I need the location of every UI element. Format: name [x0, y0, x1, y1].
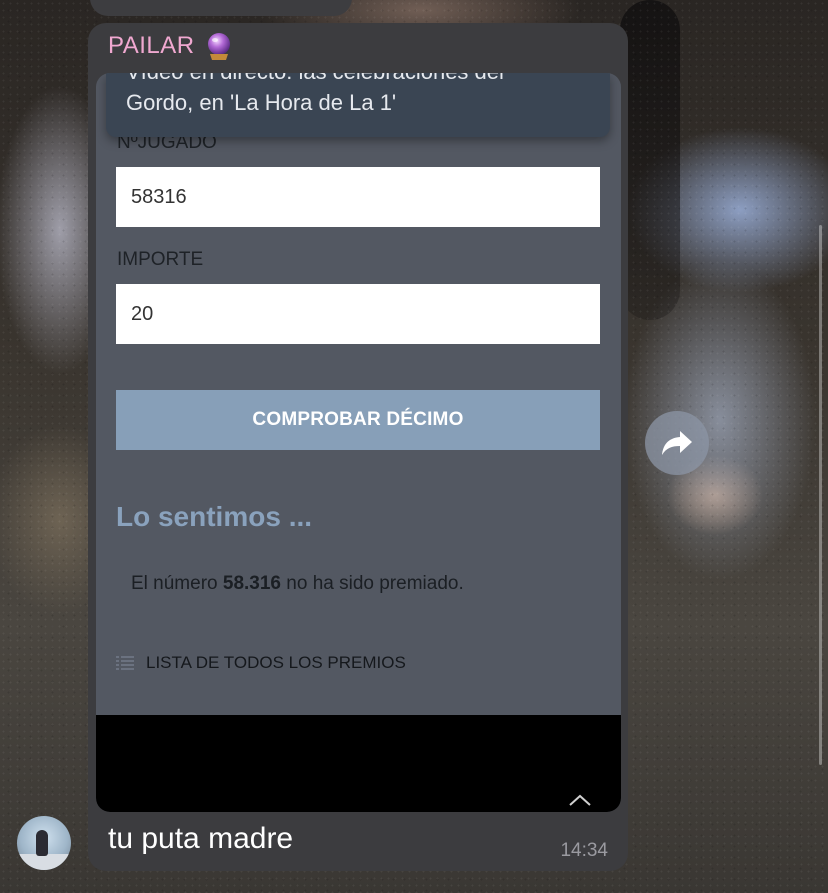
result-number: 58.316	[222, 573, 281, 594]
result-message: El número 58.316 no ha sido premiado.	[131, 573, 464, 595]
number-input[interactable]: 58316	[116, 167, 600, 227]
result-text-before: El número	[131, 573, 223, 594]
forward-button[interactable]	[645, 411, 709, 475]
message-bubble[interactable]: PAILAR Vídeo en directo: las celebracion…	[88, 23, 628, 871]
news-notification-banner[interactable]: Vídeo en directo: las celebraciones del …	[106, 73, 610, 137]
notification-line-2: Gordo, en 'La Hora de La 1'	[126, 90, 397, 115]
forward-arrow-icon	[662, 431, 692, 455]
chevron-up-icon[interactable]	[568, 793, 592, 807]
sender-avatar[interactable]	[17, 816, 71, 870]
amount-label: IMPORTE	[117, 249, 204, 270]
previous-message-bubble[interactable]	[90, 0, 352, 16]
message-timestamp: 14:34	[560, 840, 608, 861]
scroll-indicator[interactable]	[819, 225, 822, 765]
shared-screenshot[interactable]: Vídeo en directo: las celebraciones del …	[96, 73, 621, 812]
avatar-ground	[17, 854, 71, 870]
result-heading: Lo sentimos ...	[116, 501, 313, 532]
sender-name[interactable]: PAILAR	[108, 32, 195, 60]
notification-line-1: Vídeo en directo: las celebraciones del	[126, 73, 504, 88]
amount-input[interactable]: 20	[116, 284, 600, 344]
prizes-list-label: LISTA DE TODOS LOS PREMIOS	[146, 653, 406, 672]
message-text: tu puta madre	[108, 822, 294, 855]
list-icon	[116, 656, 134, 670]
crystal-ball-icon	[208, 33, 230, 60]
prizes-list-link[interactable]: LISTA DE TODOS LOS PREMIOS	[116, 653, 406, 673]
check-ticket-button[interactable]: COMPROBAR DÉCIMO	[116, 390, 600, 450]
screenshot-bottom-bar	[96, 715, 621, 812]
avatar-figure	[36, 830, 48, 856]
result-text-after: no ha sido premiado.	[281, 573, 464, 594]
